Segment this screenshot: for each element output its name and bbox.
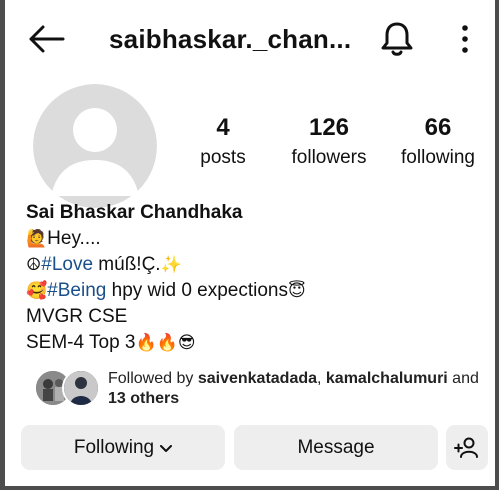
following-count: 66 [424,114,452,141]
posts-count: 4 [216,114,230,141]
window-frame-right [495,0,499,490]
posts-stat[interactable]: 4 posts [188,114,258,171]
followed-by-row[interactable]: Followed by saivenkatadada, kamalchalumu… [34,366,494,410]
bio-line-3: 🥰#Being hpy wid 0 expections😇 [26,278,466,304]
profile-username: saibhaskar._chan... [109,24,352,54]
hashtag-love[interactable]: #Love [41,254,93,275]
mutual-follower-avatar [62,369,100,407]
chevron-down-icon [160,425,173,470]
followers-stat[interactable]: 126 followers [284,114,374,171]
followers-label: followers [291,147,367,168]
bio-line-4: MVGR CSE [26,306,128,327]
following-label: following [401,147,475,168]
add-person-icon [454,437,480,458]
profile-bio: Sai Bhaskar Chandhaka 🙋Hey.... ☮#Love mú… [26,200,466,356]
mutual-user-1: saivenkatadada [197,370,318,387]
followed-and: and [447,370,479,387]
bio-line-1: 🙋Hey.... [26,226,466,252]
bell-icon[interactable] [379,20,415,58]
bio-line-5: SEM-4 Top 3🔥🔥😎 [26,330,466,356]
mutual-user-2: kamalchalumuri [325,370,448,387]
followed-separator: , [317,370,326,387]
followed-by-prefix: Followed by [108,370,198,387]
back-arrow-icon[interactable] [27,24,65,54]
window-frame-bottom [0,486,499,490]
following-stat[interactable]: 66 following [392,114,484,171]
more-vertical-icon[interactable] [453,22,477,56]
bio-line-2: ☮#Love múß!Ç.✨ [26,252,466,278]
followed-by-text: Followed by saivenkatadada, kamalchalumu… [108,369,494,409]
smiling-hearts-emoji-icon: 🥰 [26,281,48,301]
sunglasses-emoji-icon: 😎 [177,333,196,353]
message-button[interactable]: Message [234,425,438,470]
fire-emoji-icon: 🔥🔥 [135,333,178,353]
hashtag-being[interactable]: #Being [47,280,106,301]
halo-smile-emoji-icon: 😇 [288,281,306,301]
following-button[interactable]: Following [21,425,225,470]
profile-header: saibhaskar._chan... [5,0,495,80]
following-button-label: Following [73,437,155,458]
peace-symbol-icon: ☮ [26,255,42,275]
display-name: Sai Bhaskar Chandhaka [26,202,243,223]
posts-label: posts [200,147,246,168]
bio-line-2-text: múß!Ç. [93,254,161,275]
bio-line-5-text: SEM-4 Top 3 [26,332,136,353]
followers-count: 126 [308,114,350,141]
raising-hand-emoji-icon: 🙋 [26,229,48,249]
suggested-users-button[interactable] [446,425,488,470]
mutual-others-count: 13 others [108,390,180,407]
bio-line-1-text: Hey.... [47,228,101,249]
sparkles-emoji-icon: ✨ [160,255,182,275]
bio-line-3-text: hpy wid 0 expections [106,280,289,301]
message-button-label: Message [297,437,375,458]
profile-avatar[interactable] [33,84,157,208]
